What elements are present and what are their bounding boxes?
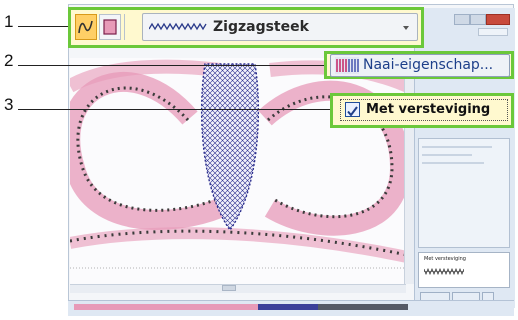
- property-row: [422, 162, 484, 164]
- close-button[interactable]: [486, 14, 510, 25]
- minimize-button[interactable]: [454, 14, 470, 25]
- underlay-checkbox-label: Met versteviging: [366, 102, 491, 117]
- maximize-button[interactable]: [470, 14, 486, 25]
- satin-stitch-bottom: [70, 227, 412, 264]
- vertical-scrollbar[interactable]: [404, 58, 414, 284]
- toolbar-separator: [124, 14, 125, 40]
- stitch-type-label: Zigzagsteek: [213, 19, 309, 35]
- embroidery-design: [70, 59, 412, 269]
- region-sew-icon: [103, 19, 117, 35]
- horizontal-scrollbar[interactable]: [70, 284, 406, 293]
- sew-properties-label: Naai-eigenschap...: [363, 57, 494, 73]
- underlay-checkbox[interactable]: [345, 102, 360, 117]
- line-sew-icon: [78, 20, 93, 34]
- callout-number-2: 2: [4, 51, 14, 70]
- line-sew-tool-button[interactable]: [75, 14, 97, 40]
- timeline-segment-dark: [318, 304, 408, 310]
- property-row: [422, 146, 492, 148]
- callout-number-1: 1: [4, 12, 14, 31]
- chevron-down-icon[interactable]: [403, 26, 409, 30]
- stitch-preview-icon: [424, 268, 464, 275]
- timeline-segment-pink: [74, 304, 258, 310]
- callout-leader-3: [18, 109, 330, 110]
- callout-leader-2: [18, 65, 324, 66]
- region-sew-tool-button[interactable]: [99, 14, 121, 40]
- scrollbar-thumb[interactable]: [222, 285, 236, 291]
- stitch-pattern-icon: [335, 57, 359, 74]
- stitch-preview-label: Met versteviging: [424, 256, 466, 262]
- timeline-segment-blue: [258, 304, 318, 310]
- callout-leader-1: [18, 26, 68, 27]
- checkmark-icon: [347, 106, 358, 117]
- callout-number-3: 3: [4, 95, 14, 114]
- property-row: [422, 154, 472, 156]
- design-canvas[interactable]: [70, 58, 412, 284]
- panel-menu[interactable]: [478, 28, 508, 36]
- zigzag-wave-icon: [149, 22, 207, 31]
